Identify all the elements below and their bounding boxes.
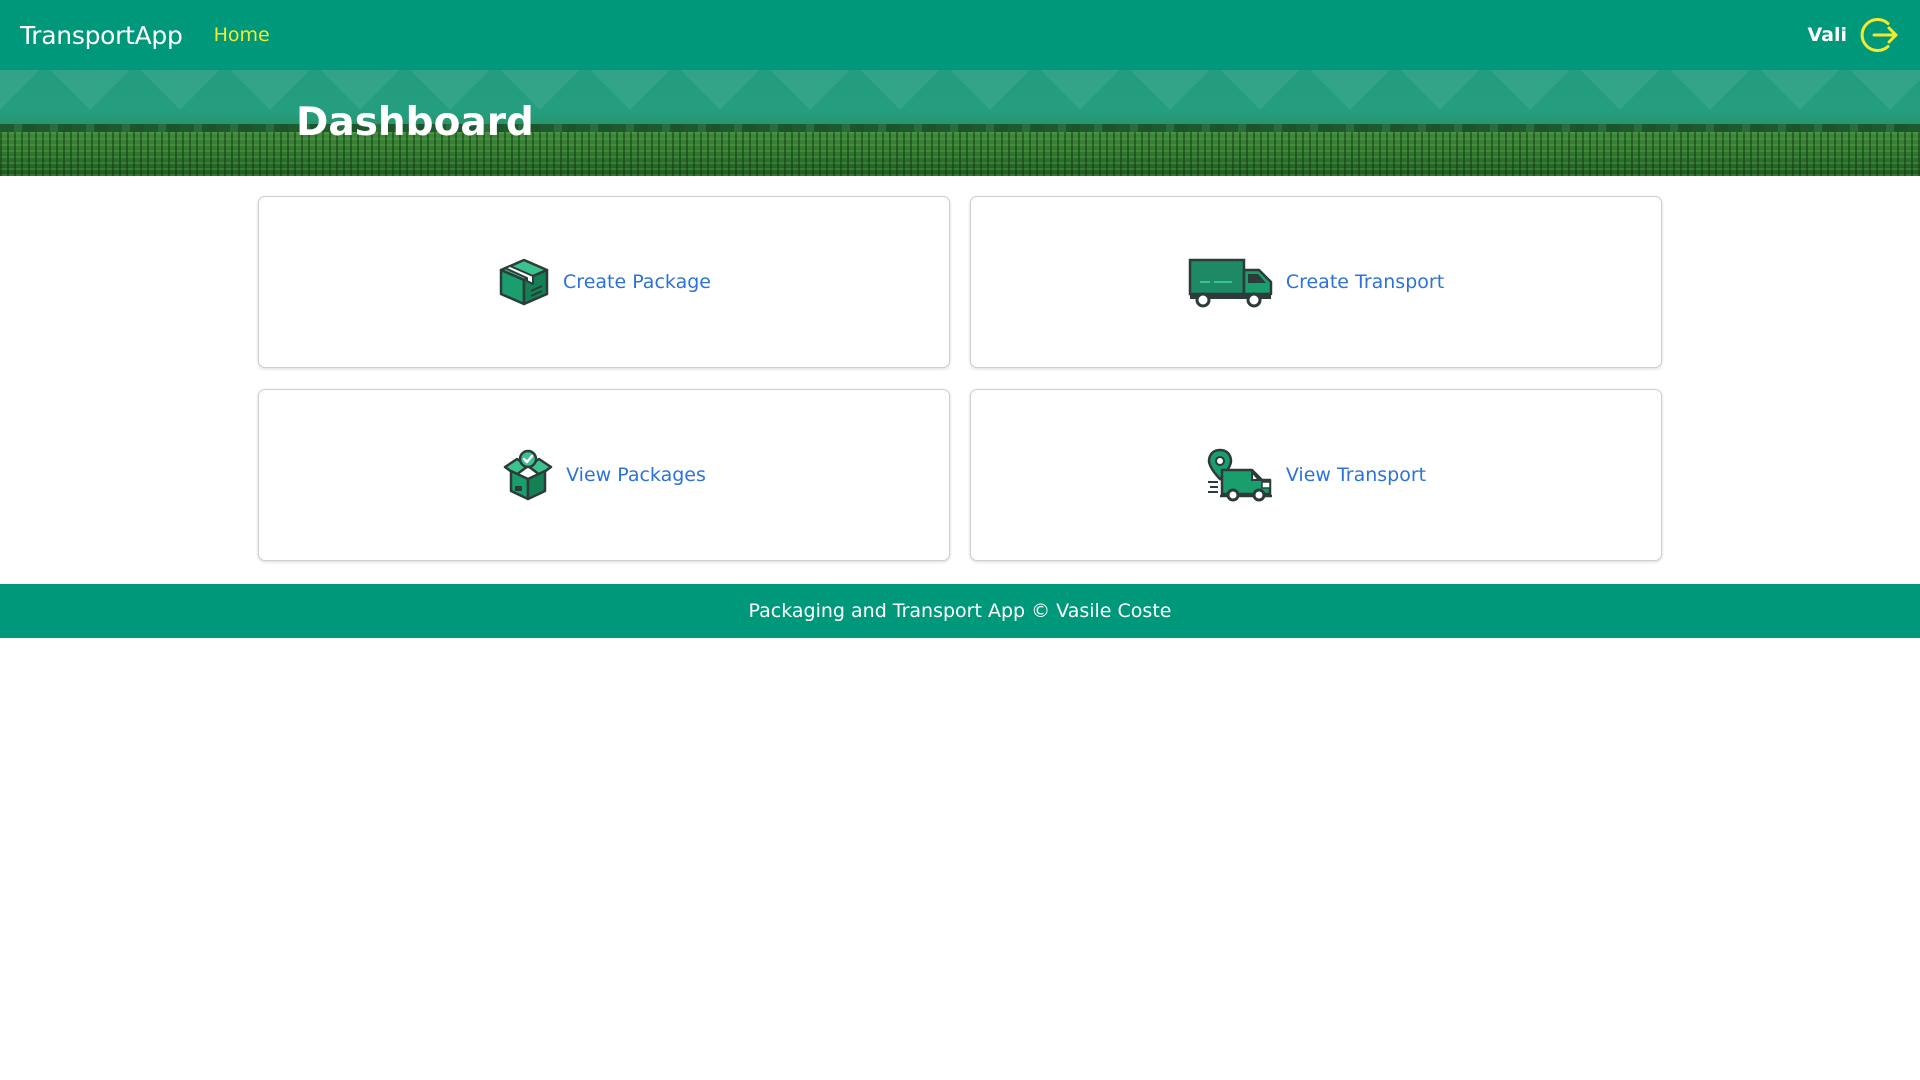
view-packages-card[interactable]: View Packages: [258, 389, 950, 561]
page-title: Dashboard: [296, 100, 534, 145]
app-brand[interactable]: TransportApp: [20, 21, 183, 50]
create-transport-link[interactable]: Create Transport: [1188, 256, 1444, 308]
page-footer: Packaging and Transport App © Vasile Cos…: [0, 584, 1920, 638]
create-package-link[interactable]: Create Package: [497, 257, 711, 307]
user-area: Vali: [1807, 0, 1901, 70]
view-transport-label: View Transport: [1285, 464, 1427, 486]
truck-icon: [1188, 258, 1273, 308]
create-package-label: Create Package: [563, 271, 711, 293]
top-navbar: TransportApp Home Vali: [0, 0, 1920, 70]
footer-text: Packaging and Transport App © Vasile Cos…: [748, 600, 1172, 622]
create-transport-card[interactable]: Create Transport: [970, 196, 1662, 368]
logout-icon[interactable]: [1859, 14, 1901, 56]
nav-home-link[interactable]: Home: [214, 24, 270, 46]
banner-field-image: [0, 132, 1920, 176]
username-label: Vali: [1807, 24, 1847, 46]
package-box-icon: [499, 258, 549, 306]
open-box-check-icon: [503, 449, 553, 501]
delivery-van-location-icon: [1207, 448, 1272, 502]
view-packages-link[interactable]: View Packages: [502, 449, 706, 501]
view-packages-label: View Packages: [566, 464, 706, 486]
view-transport-link[interactable]: View Transport: [1206, 448, 1426, 502]
dashboard-banner: Dashboard: [0, 70, 1920, 176]
create-package-card[interactable]: Create Package: [258, 196, 950, 368]
dashboard-grid: Create Package Create Transport View Pac…: [258, 196, 1662, 561]
view-transport-card[interactable]: View Transport: [970, 389, 1662, 561]
create-transport-label: Create Transport: [1285, 271, 1445, 293]
